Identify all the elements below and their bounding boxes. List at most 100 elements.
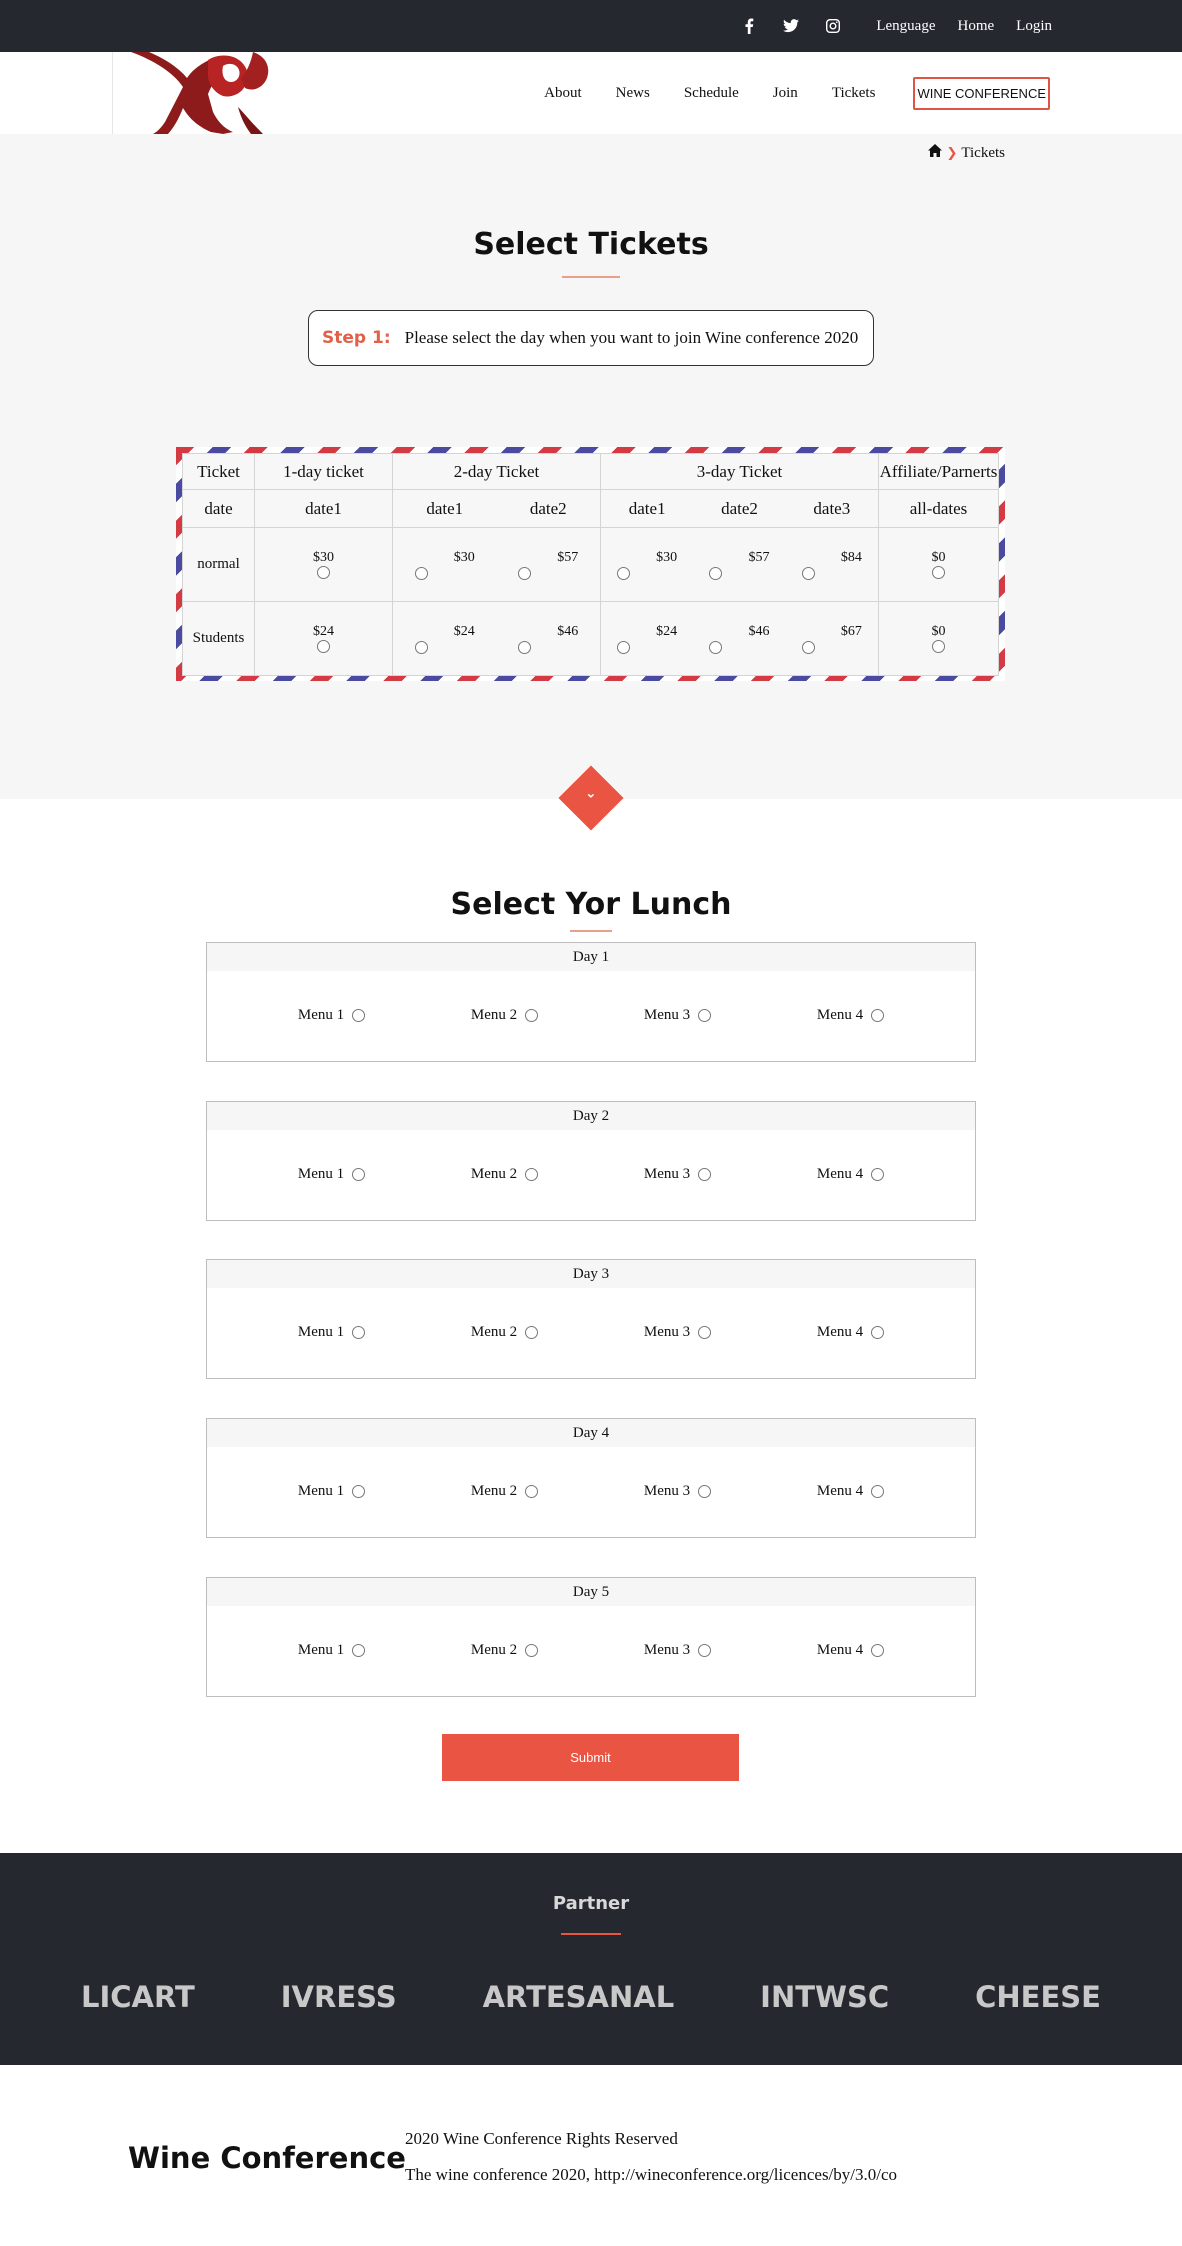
step-label: Step 1: — [322, 328, 391, 348]
menu-option[interactable]: Menu 2 — [471, 1483, 539, 1500]
ticket-radio[interactable] — [932, 640, 945, 653]
header-affiliate: Affiliate/Parnerts — [878, 453, 999, 490]
date-cell: all-dates — [909, 498, 968, 518]
date-cell: date2 — [721, 498, 758, 518]
menu-radio[interactable] — [698, 1168, 712, 1181]
nav-schedule[interactable]: Schedule — [684, 85, 739, 102]
menu-option[interactable]: Menu 2 — [471, 1324, 539, 1341]
menu-option[interactable]: Menu 2 — [471, 1166, 539, 1183]
home-icon[interactable] — [928, 144, 943, 162]
partner-brand[interactable]: IVRESS — [281, 1980, 397, 2014]
menu-radio[interactable] — [352, 1009, 366, 1022]
header-1-day: 1-day ticket — [254, 453, 393, 490]
logo[interactable] — [112, 52, 282, 134]
menu-option[interactable]: Menu 3 — [644, 1483, 712, 1500]
price: $30 — [656, 549, 678, 565]
menu-radio[interactable] — [525, 1326, 539, 1339]
nav-news[interactable]: News — [616, 85, 650, 102]
ticket-radio[interactable] — [414, 640, 428, 654]
footer-rights: 2020 Wine Conference Rights Reserved — [405, 2129, 678, 2148]
step-text: Please select the day when you want to j… — [404, 328, 859, 347]
ticket-radio[interactable] — [617, 640, 631, 654]
ticket-radio[interactable] — [617, 566, 631, 580]
menu-radio[interactable] — [871, 1644, 885, 1657]
menu-option[interactable]: Menu 4 — [817, 1324, 885, 1341]
price: $46 — [557, 623, 579, 639]
home-link[interactable]: Home — [957, 18, 994, 35]
menu-radio[interactable] — [698, 1326, 712, 1339]
menu-option[interactable]: Menu 4 — [817, 1483, 885, 1500]
menu-radio[interactable] — [871, 1485, 885, 1498]
row-label-normal: normal — [182, 527, 255, 602]
ticket-radio[interactable] — [518, 566, 532, 580]
nav-about[interactable]: About — [544, 85, 582, 102]
ticket-radio[interactable] — [801, 640, 815, 654]
menu-option[interactable]: Menu 3 — [644, 1166, 712, 1183]
ticket-radio[interactable] — [709, 566, 723, 580]
ticket-radio[interactable] — [801, 566, 815, 580]
menu-radio[interactable] — [352, 1168, 366, 1181]
menu-radio[interactable] — [525, 1644, 539, 1657]
menu-radio[interactable] — [871, 1009, 885, 1022]
menu-option[interactable]: Menu 3 — [644, 1324, 712, 1341]
language-link[interactable]: Lenguage — [876, 18, 935, 35]
facebook-icon[interactable] — [728, 18, 770, 34]
menu-option[interactable]: Menu 1 — [298, 1166, 366, 1183]
day-header: Day 3 — [207, 1260, 975, 1288]
menu-option[interactable]: Menu 3 — [644, 1642, 712, 1659]
menu-radio[interactable] — [525, 1485, 539, 1498]
menu-radio[interactable] — [698, 1485, 712, 1498]
lunch-section: Select Yor Lunch Day 1 Menu 1 Menu 2 Menu … — [0, 799, 1182, 1853]
menu-option[interactable]: Menu 1 — [298, 1324, 366, 1341]
price: $57 — [748, 549, 770, 565]
ticket-table: Ticket 1-day ticket 2-day Ticket 3-day T… — [182, 453, 999, 676]
ticket-radio[interactable] — [518, 640, 532, 654]
menu-radio[interactable] — [698, 1644, 712, 1657]
menu-option[interactable]: Menu 4 — [817, 1642, 885, 1659]
menu-option[interactable]: Menu 1 — [298, 1483, 366, 1500]
menu-option[interactable]: Menu 4 — [817, 1007, 885, 1024]
menu-radio[interactable] — [698, 1009, 712, 1022]
login-link[interactable]: Login — [1016, 18, 1052, 35]
partner-brand[interactable]: ARTESANAL — [483, 1980, 675, 2014]
price: $0 — [931, 550, 946, 565]
ticket-radio[interactable] — [414, 566, 428, 580]
menu-option[interactable]: Menu 1 — [298, 1642, 366, 1659]
price: $30 — [453, 549, 475, 565]
instagram-icon[interactable] — [812, 19, 854, 33]
ticket-radio[interactable] — [317, 566, 330, 579]
row-label-students: Students — [182, 601, 255, 676]
partner-brand[interactable]: INTWSC — [760, 1980, 889, 2014]
menu-option[interactable]: Menu 1 — [298, 1007, 366, 1024]
submit-button[interactable]: Submit — [442, 1734, 739, 1781]
date-cell: date2 — [529, 498, 567, 518]
header-2-day: 2-day Ticket — [392, 453, 601, 490]
menu-option[interactable]: Menu 2 — [471, 1007, 539, 1024]
nav-join[interactable]: Join — [773, 85, 798, 102]
menu-radio[interactable] — [352, 1644, 366, 1657]
price: $30 — [313, 550, 334, 565]
menu-radio[interactable] — [525, 1009, 539, 1022]
day-header: Day 5 — [207, 1578, 975, 1606]
date-cell: date1 — [628, 498, 666, 518]
wine-conference-button[interactable]: WINE CONFERENCE — [913, 76, 1050, 110]
menu-option[interactable]: Menu 4 — [817, 1166, 885, 1183]
menu-radio[interactable] — [525, 1168, 539, 1181]
partner-brand[interactable]: CHEESE — [975, 1980, 1101, 2014]
menu-option[interactable]: Menu 2 — [471, 1642, 539, 1659]
ticket-radio[interactable] — [317, 640, 330, 653]
day-header: Day 4 — [207, 1419, 975, 1447]
menu-radio[interactable] — [871, 1168, 885, 1181]
menu-option[interactable]: Menu 3 — [644, 1007, 712, 1024]
ticket-radio[interactable] — [932, 566, 945, 579]
nav-tickets[interactable]: Tickets — [832, 85, 876, 102]
twitter-icon[interactable] — [770, 19, 812, 33]
price: $67 — [840, 623, 862, 639]
partner-brand[interactable]: LICART — [81, 1980, 195, 2014]
chevron-right-icon: ❯ — [946, 145, 958, 161]
menu-radio[interactable] — [352, 1485, 366, 1498]
lunch-title-text: Select Yor Lunch — [450, 887, 732, 922]
ticket-radio[interactable] — [709, 640, 723, 654]
menu-radio[interactable] — [352, 1326, 366, 1339]
menu-radio[interactable] — [871, 1326, 885, 1339]
